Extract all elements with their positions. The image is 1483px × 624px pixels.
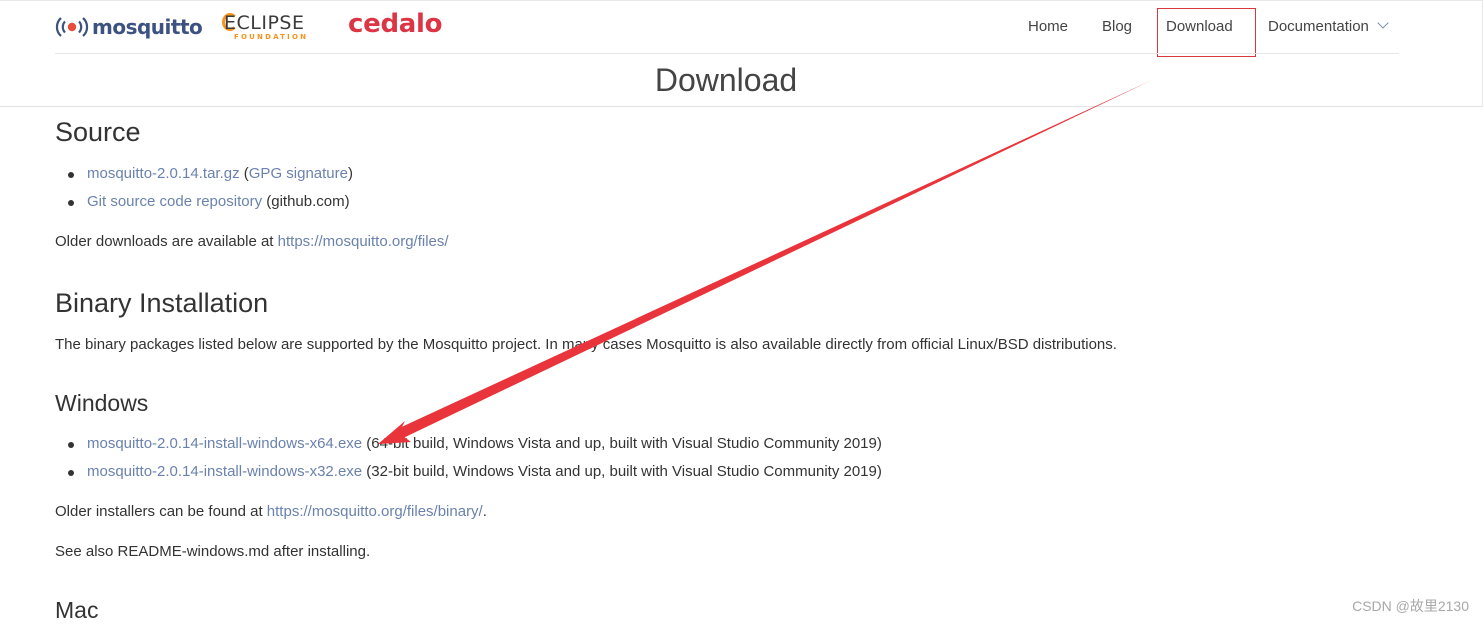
mac-heading: Mac [55,597,99,623]
csdn-watermark: CSDN @故里2130 [1352,598,1469,614]
nav-home[interactable]: Home [1028,18,1068,40]
cedalo-logo[interactable]: cedalo [348,9,442,39]
older-installers-label: Older installers can be found at [55,503,267,520]
eclipse-foundation-text: FOUNDATION [234,33,309,41]
binary-installation-heading: Binary Installation [55,288,269,318]
list-item: mosquitto-2.0.14-install-windows-x32.exe… [55,458,882,486]
list-item: mosquitto-2.0.14-install-windows-x64.exe… [55,430,882,458]
list-item-text: (32-bit build, Windows Vista and up, bui… [362,463,882,480]
older-downloads-label: Older downloads are available at [55,233,278,250]
download-highlight-box [1157,8,1256,57]
list-item-text: ( [239,165,249,182]
top-border [0,0,1483,1]
page-title: Download [654,62,798,98]
list-item: Git source code repository (github.com) [55,188,353,216]
windows-list: mosquitto-2.0.14-install-windows-x64.exe… [55,430,882,486]
source-list: mosquitto-2.0.14.tar.gz (GPG signature) … [55,160,353,216]
source-heading: Source [55,117,141,147]
mosquitto-logo[interactable]: mosquitto [54,14,203,40]
list-item-text: (github.com) [262,193,350,210]
mosquitto-logo-text: mosquitto [92,15,203,39]
binary-installation-text: The binary packages listed below are sup… [55,336,1117,353]
windows-x32-link[interactable]: mosquitto-2.0.14-install-windows-x32.exe [87,463,362,480]
chevron-down-icon [1377,17,1389,29]
windows-heading: Windows [55,390,149,416]
site-header: mosquitto ECLIPSE FOUNDATION cedalo Home… [0,0,1483,107]
mosquitto-signal-icon [55,17,89,37]
eclipse-logo-text: ECLIPSE [224,12,305,34]
eclipse-logo[interactable]: ECLIPSE FOUNDATION [222,12,316,44]
nav-documentation[interactable]: Documentation [1268,17,1389,40]
nav-documentation-label: Documentation [1268,18,1369,35]
windows-x64-link[interactable]: mosquitto-2.0.14-install-windows-x64.exe [87,435,362,452]
git-repository-link[interactable]: Git source code repository [87,193,262,210]
older-installers-end: . [482,503,487,520]
list-item-text: ) [347,165,353,182]
older-downloads-text: Older downloads are available at https:/… [55,233,449,250]
readme-windows-text: See also README-windows.md after install… [55,543,371,560]
nav-blog[interactable]: Blog [1102,18,1132,40]
gpg-signature-link[interactable]: GPG signature [249,165,348,182]
nav-divider [55,53,1399,54]
list-item-text: (64-bit build, Windows Vista and up, bui… [362,435,882,452]
source-tarball-link[interactable]: mosquitto-2.0.14.tar.gz [87,165,240,182]
older-installers-link[interactable]: https://mosquitto.org/files/binary/ [267,503,483,520]
older-installers-text: Older installers can be found at https:/… [55,503,487,520]
list-item: mosquitto-2.0.14.tar.gz (GPG signature) [55,160,353,188]
arrow-shaft [395,80,1152,440]
older-downloads-link[interactable]: https://mosquitto.org/files/ [278,233,449,250]
